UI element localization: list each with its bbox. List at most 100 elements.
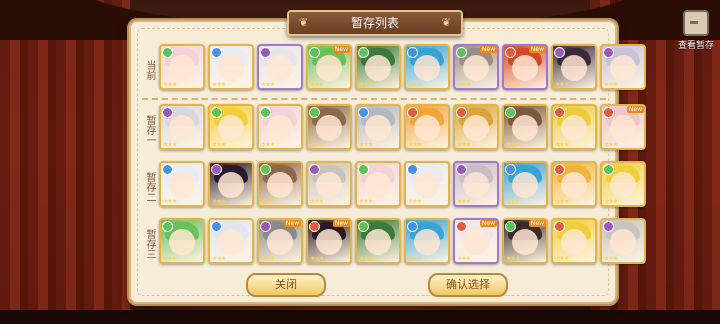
- character-card[interactable]: ★★★: [502, 161, 548, 207]
- element-icon: [211, 221, 222, 232]
- character-card[interactable]: ★★★: [355, 218, 401, 264]
- character-card[interactable]: ★★★: [306, 104, 352, 150]
- rarity-stars: ★★★: [261, 198, 275, 205]
- character-card[interactable]: ★★★ New: [453, 44, 499, 90]
- character-card[interactable]: ★★★: [355, 104, 401, 150]
- row-label: 当前: [144, 60, 155, 80]
- element-icon: [358, 221, 369, 232]
- rarity-stars: ★★★: [310, 81, 324, 88]
- element-icon: [456, 164, 467, 175]
- character-card[interactable]: ★★★: [600, 44, 646, 90]
- character-card[interactable]: ★★★: [257, 44, 303, 90]
- element-icon: [554, 221, 565, 232]
- character-card[interactable]: ★★★: [208, 104, 254, 150]
- element-icon: [603, 47, 614, 58]
- rarity-stars: ★★★: [604, 81, 618, 88]
- character-card[interactable]: ★★★: [159, 161, 205, 207]
- rarity-stars: ★★★: [604, 255, 618, 262]
- character-portrait: [561, 172, 587, 198]
- character-card[interactable]: ★★★: [404, 104, 450, 150]
- character-card[interactable]: ★★★ New: [257, 218, 303, 264]
- rarity-stars: ★★★: [359, 198, 373, 205]
- storage-row[interactable]: 暂存一 ★★★ ★★★ ★★★ ★★★ ★★★ ★★★ ★★★ ★★★ ★★★ ★★★ New: [142, 104, 646, 156]
- element-icon: [505, 221, 516, 232]
- element-icon: [358, 47, 369, 58]
- character-portrait: [365, 115, 391, 141]
- character-portrait: [610, 229, 636, 255]
- character-card[interactable]: ★★★: [551, 44, 597, 90]
- rarity-stars: ★★★: [261, 141, 275, 148]
- character-card[interactable]: ★★★: [453, 104, 499, 150]
- character-card[interactable]: ★★★: [159, 104, 205, 150]
- rarity-stars: ★★★: [555, 141, 569, 148]
- storage-row[interactable]: 当前 ★★★ ★★★ ★★★ ★★★ New ★★★ ★★★ ★★★ New ★★★ New ★★★ ★★…: [142, 44, 646, 96]
- character-portrait: [267, 172, 293, 198]
- element-icon: [309, 107, 320, 118]
- character-portrait: [463, 229, 489, 255]
- element-icon: [456, 221, 467, 232]
- character-card[interactable]: ★★★: [257, 104, 303, 150]
- element-icon: [505, 107, 516, 118]
- character-card[interactable]: ★★★: [208, 44, 254, 90]
- row-cards: ★★★ ★★★ ★★★ ★★★ ★★★ ★★★ ★★★ ★★★ ★★★ ★★★ New: [159, 104, 646, 150]
- character-card[interactable]: ★★★: [600, 218, 646, 264]
- character-card[interactable]: ★★★: [600, 161, 646, 207]
- character-card[interactable]: ★★★: [551, 104, 597, 150]
- character-card[interactable]: ★★★ New: [600, 104, 646, 150]
- element-icon: [260, 221, 271, 232]
- element-icon: [260, 164, 271, 175]
- character-card[interactable]: ★★★: [306, 161, 352, 207]
- rarity-stars: ★★★: [506, 198, 520, 205]
- character-card[interactable]: ★★★ New: [502, 44, 548, 90]
- rarity-stars: ★★★: [359, 141, 373, 148]
- character-card[interactable]: ★★★ New: [502, 218, 548, 264]
- element-icon: [554, 164, 565, 175]
- storage-row[interactable]: 暂存二 ★★★ ★★★ ★★★ ★★★ ★★★ ★★★ ★★★ ★★★ ★★★ ★★★: [142, 161, 646, 213]
- character-portrait: [512, 229, 538, 255]
- character-portrait: [512, 172, 538, 198]
- character-card[interactable]: ★★★: [208, 161, 254, 207]
- character-portrait: [316, 115, 342, 141]
- element-icon: [407, 107, 418, 118]
- character-card[interactable]: ★★★: [551, 218, 597, 264]
- character-card[interactable]: ★★★: [159, 218, 205, 264]
- rarity-stars: ★★★: [555, 81, 569, 88]
- row-cards: ★★★ ★★★ ★★★ ★★★ New ★★★ ★★★ ★★★ New ★★★ New ★★★ ★★★: [159, 44, 646, 90]
- character-card[interactable]: ★★★: [208, 218, 254, 264]
- rarity-stars: ★★★: [408, 255, 422, 262]
- confirm-selection-button[interactable]: 确认选择: [428, 273, 508, 297]
- character-card[interactable]: ★★★ New: [306, 218, 352, 264]
- element-icon: [309, 164, 320, 175]
- character-card[interactable]: ★★★: [257, 161, 303, 207]
- element-icon: [505, 47, 516, 58]
- view-storage-button[interactable]: 查看暂存: [678, 10, 714, 51]
- character-card[interactable]: ★★★: [355, 44, 401, 90]
- character-card[interactable]: ★★★: [453, 161, 499, 207]
- character-portrait: [316, 172, 342, 198]
- character-portrait: [267, 55, 293, 81]
- storage-row[interactable]: 暂存三 ★★★ ★★★ ★★★ New ★★★ New ★★★ ★★★ ★★★ New ★★★ New ★…: [142, 218, 646, 270]
- character-portrait: [316, 55, 342, 81]
- character-card[interactable]: ★★★: [355, 161, 401, 207]
- character-portrait: [610, 115, 636, 141]
- character-card[interactable]: ★★★: [404, 218, 450, 264]
- character-card[interactable]: ★★★: [404, 44, 450, 90]
- rarity-stars: ★★★: [506, 81, 520, 88]
- element-icon: [211, 47, 222, 58]
- character-portrait: [218, 172, 244, 198]
- character-card[interactable]: ★★★: [502, 104, 548, 150]
- character-card[interactable]: ★★★ New: [453, 218, 499, 264]
- character-card[interactable]: ★★★: [404, 161, 450, 207]
- character-portrait: [218, 229, 244, 255]
- element-icon: [309, 47, 320, 58]
- title-ornament-left-icon: ❦: [299, 16, 309, 29]
- character-portrait: [365, 229, 391, 255]
- character-card[interactable]: ★★★: [551, 161, 597, 207]
- new-badge: New: [479, 46, 497, 53]
- character-card[interactable]: ★★★ New: [306, 44, 352, 90]
- rarity-stars: ★★★: [163, 81, 177, 88]
- close-button[interactable]: 关闭: [246, 273, 326, 297]
- character-card[interactable]: ★★★: [159, 44, 205, 90]
- rarity-stars: ★★★: [163, 255, 177, 262]
- character-portrait: [218, 55, 244, 81]
